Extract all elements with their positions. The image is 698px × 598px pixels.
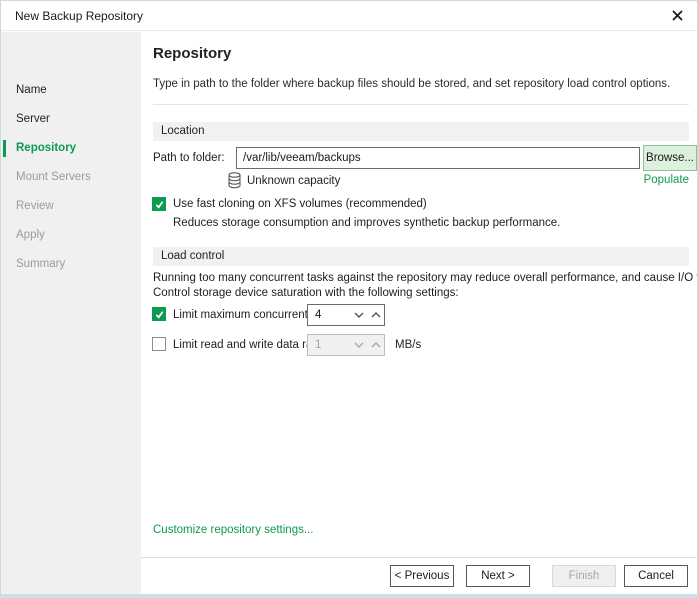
finish-button: Finish (552, 565, 616, 587)
rate-spinner: 1 (307, 334, 385, 356)
customize-repository-settings-link[interactable]: Customize repository settings... (153, 524, 313, 536)
load-control-description-line1: Running too many concurrent tasks agains… (153, 272, 698, 284)
cancel-button[interactable]: Cancel (624, 565, 688, 587)
location-section-header: Location (153, 122, 689, 141)
limit-rate-checkbox[interactable] (152, 337, 166, 351)
title-bar: New Backup Repository (1, 1, 697, 31)
page-subtitle: Type in path to the folder where backup … (153, 78, 670, 90)
wizard-steps-sidebar: Name Server Repository Mount Servers Rev… (1, 32, 141, 594)
load-control-description-line2: Control storage device saturation with t… (153, 287, 459, 299)
fast-clone-checkbox[interactable] (152, 197, 166, 211)
previous-button[interactable]: < Previous (390, 565, 454, 587)
rate-spinner-up-icon (367, 342, 384, 348)
fast-clone-description: Reduces storage consumption and improves… (173, 217, 560, 229)
rate-spinner-down-icon (350, 342, 367, 348)
path-to-folder-input[interactable] (236, 147, 640, 169)
capacity-status-text: Unknown capacity (247, 175, 340, 187)
tasks-spinner: 4 (307, 304, 385, 326)
capacity-database-icon (228, 172, 241, 194)
header-divider (153, 104, 689, 105)
next-button[interactable]: Next > (466, 565, 530, 587)
populate-link[interactable]: Populate (644, 174, 689, 186)
sidebar-item-name[interactable]: Name (1, 76, 141, 105)
new-backup-repository-dialog: New Backup Repository Name Server Reposi… (0, 0, 698, 598)
tasks-spinner-value[interactable]: 4 (308, 309, 350, 321)
tasks-spinner-down-icon[interactable] (350, 312, 367, 318)
sidebar-item-review[interactable]: Review (1, 192, 141, 221)
path-to-folder-label: Path to folder: (153, 152, 225, 164)
sidebar-item-server[interactable]: Server (1, 105, 141, 134)
rate-spinner-value: 1 (308, 339, 350, 351)
sidebar-item-mount-servers[interactable]: Mount Servers (1, 163, 141, 192)
sidebar-item-summary[interactable]: Summary (1, 250, 141, 279)
close-icon[interactable] (672, 10, 683, 21)
limit-tasks-checkbox[interactable] (152, 307, 166, 321)
sidebar-item-apply[interactable]: Apply (1, 221, 141, 250)
fast-clone-label[interactable]: Use fast cloning on XFS volumes (recomme… (173, 198, 427, 210)
page-title: Repository (153, 45, 231, 62)
browse-button[interactable]: Browse... (643, 145, 697, 171)
footer-divider (141, 557, 697, 558)
tasks-spinner-up-icon[interactable] (367, 312, 384, 318)
sidebar-item-repository[interactable]: Repository (1, 134, 141, 163)
window-title: New Backup Repository (15, 9, 143, 23)
rate-unit-label: MB/s (395, 339, 421, 351)
load-control-section-header: Load control (153, 247, 689, 266)
